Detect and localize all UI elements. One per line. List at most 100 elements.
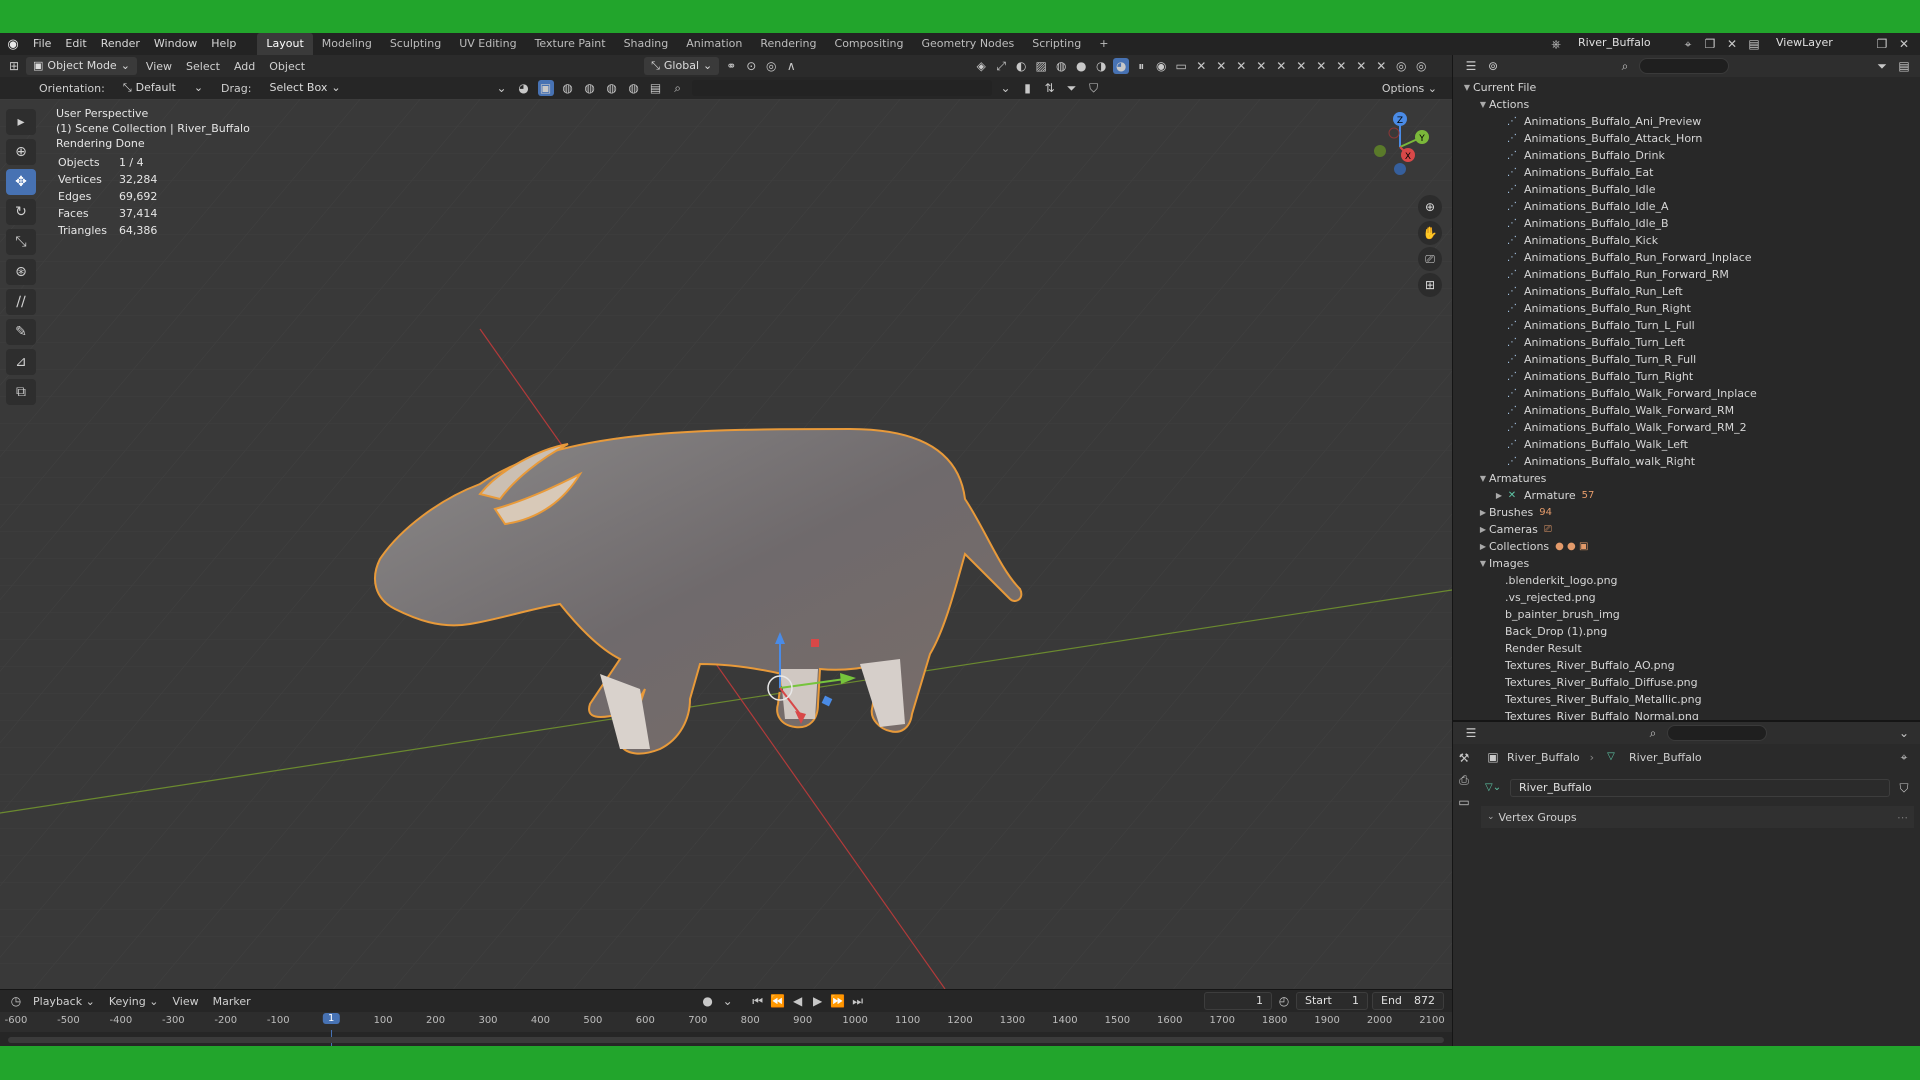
render-pass-icon[interactable]: ◍ [582, 80, 598, 96]
search-icon[interactable]: ⌕ [670, 80, 686, 96]
action-item[interactable]: ⋰ Animations_Buffalo_Turn_Right [1453, 368, 1920, 385]
proportional-edit-icon[interactable]: ◎ [763, 58, 779, 74]
start-frame-field[interactable]: Start 1 [1296, 992, 1368, 1010]
action-item[interactable]: ⋰ Animations_Buffalo_Idle [1453, 181, 1920, 198]
rotate-tool-icon[interactable]: ↻ [6, 199, 36, 225]
jump-start-icon[interactable]: ⏮ [750, 993, 766, 1009]
tab-modeling[interactable]: Modeling [313, 33, 381, 55]
expand-down-icon[interactable]: ▼ [1477, 96, 1489, 113]
expand-down-icon[interactable]: ▼ [1477, 555, 1489, 572]
expand-right-icon[interactable]: ▶ [1477, 538, 1489, 555]
delete-view-layer-icon[interactable]: ✕ [1896, 36, 1912, 52]
mode-dropdown[interactable]: ▣ Object Mode ⌄ [26, 57, 137, 75]
visibility-icon[interactable]: ◈ [973, 58, 989, 74]
tab-scripting[interactable]: Scripting [1023, 33, 1090, 55]
jump-end-icon[interactable]: ⏭ [850, 993, 866, 1009]
pin-icon[interactable]: ⌖ [1680, 36, 1696, 52]
object-menu[interactable]: Object [264, 60, 310, 73]
tool-tab-icon[interactable]: ⚒ [1456, 750, 1472, 766]
expand-right-icon[interactable]: ▶ [1493, 487, 1505, 504]
select-tool-icon[interactable]: ▸ [6, 109, 36, 135]
grid-view-icon[interactable]: ⊞ [1418, 273, 1442, 297]
asset-search-input[interactable] [691, 80, 992, 96]
eye-icon[interactable]: ◉ [1153, 58, 1169, 74]
menu-render[interactable]: Render [94, 33, 147, 55]
prev-keyframe-icon[interactable]: ⏪ [770, 993, 786, 1009]
menu-edit[interactable]: Edit [58, 33, 93, 55]
tab-texture-paint[interactable]: Texture Paint [526, 33, 615, 55]
solid-shading-icon[interactable]: ● [1073, 58, 1089, 74]
action-item[interactable]: ⋰ Animations_Buffalo_Walk_Left [1453, 436, 1920, 453]
rendered-shading-icon[interactable]: ◕ [1113, 58, 1130, 74]
chevron-down-icon[interactable]: ⌄ [720, 993, 736, 1009]
pivot-icon[interactable]: ⚭ [723, 58, 739, 74]
render-pass-icon[interactable]: ◍ [560, 80, 576, 96]
tab-layout[interactable]: Layout [257, 33, 313, 55]
annotate-tool-icon[interactable]: ∕∕ [6, 289, 36, 315]
screen-icon[interactable]: ▭ [1173, 58, 1189, 74]
action-item[interactable]: ⋰ Animations_Buffalo_Kick [1453, 232, 1920, 249]
properties-search-input[interactable] [1667, 725, 1767, 741]
3d-viewport[interactable]: ▸ ⊕ ✥ ↻ ⤡ ⊛ ∕∕ ✎ ⊿ ⧉ User Perspective (1… [0, 99, 1452, 989]
wireframe-shading-icon[interactable]: ◍ [1053, 58, 1069, 74]
xray-icon[interactable]: ▨ [1033, 58, 1049, 74]
editor-type-icon[interactable]: ⊞ [6, 58, 22, 74]
editor-type-icon[interactable]: ☰ [1463, 58, 1479, 74]
filter-icon[interactable]: ⏷ [1874, 58, 1890, 74]
outliner-search-input[interactable] [1639, 58, 1729, 74]
transform-tool-icon[interactable]: ⊛ [6, 259, 36, 285]
tab-animation[interactable]: Animation [677, 33, 751, 55]
end-frame-field[interactable]: End 872 [1372, 992, 1444, 1010]
filter-icon[interactable]: ⏷ [1064, 80, 1080, 96]
render-toggle-icon[interactable]: ◎ [1413, 58, 1429, 74]
action-item[interactable]: ⋰ Animations_Buffalo_Turn_Left [1453, 334, 1920, 351]
view-menu[interactable]: View [141, 60, 177, 73]
armature-item[interactable]: ▶ ✕ Armature 57 [1453, 487, 1920, 504]
image-item[interactable]: Textures_River_Buffalo_Metallic.png [1453, 691, 1920, 708]
render-pass-icon[interactable]: ◍ [604, 80, 620, 96]
image-item[interactable]: Textures_River_Buffalo_AO.png [1453, 657, 1920, 674]
chevron-down-icon[interactable]: ⌄ [998, 80, 1014, 96]
breadcrumb-mesh[interactable]: River_Buffalo [1629, 751, 1702, 764]
menu-file[interactable]: File [26, 33, 58, 55]
image-item[interactable]: b_painter_brush_img [1453, 606, 1920, 623]
outliner-cameras[interactable]: ▶ Cameras ⎚ [1453, 521, 1920, 538]
clock-icon[interactable]: ◴ [1276, 993, 1292, 1009]
view-layer-icon[interactable]: ▤ [1746, 36, 1762, 52]
menu-window[interactable]: Window [147, 33, 204, 55]
gizmo-toggle-icon[interactable]: ⤢ [993, 58, 1009, 74]
tab-uv-editing[interactable]: UV Editing [450, 33, 525, 55]
close-icon[interactable]: ✕ [1353, 58, 1369, 74]
output-tab-icon[interactable]: ▭ [1456, 794, 1472, 810]
play-reverse-icon[interactable]: ◀ [790, 993, 806, 1009]
transform-orientation-dropdown[interactable]: ⤡ Global ⌄ [644, 57, 720, 75]
action-item[interactable]: ⋰ Animations_Buffalo_Run_Left [1453, 283, 1920, 300]
render-pass-icon[interactable]: ▣ [537, 80, 554, 96]
measure-tool-icon[interactable]: ⊿ [6, 349, 36, 375]
view-menu[interactable]: View [167, 995, 203, 1008]
action-item[interactable]: ⋰ Animations_Buffalo_Idle_A [1453, 198, 1920, 215]
falloff-icon[interactable]: ∧ [783, 58, 799, 74]
render-pass-icon[interactable]: ◍ [626, 80, 642, 96]
cursor-tool-icon[interactable]: ⊕ [6, 139, 36, 165]
next-keyframe-icon[interactable]: ⏩ [830, 993, 846, 1009]
outliner-root[interactable]: ▼ Current File [1453, 79, 1920, 96]
outliner-armatures[interactable]: ▼ Armatures [1453, 470, 1920, 487]
add-cube-tool-icon[interactable]: ⧉ [6, 379, 36, 405]
select-menu[interactable]: Select [181, 60, 225, 73]
new-view-layer-icon[interactable]: ❐ [1874, 36, 1890, 52]
action-item[interactable]: ⋰ Animations_Buffalo_Turn_L_Full [1453, 317, 1920, 334]
playhead[interactable]: 1 [323, 1013, 340, 1024]
chevron-down-icon[interactable]: ⌄ [494, 80, 510, 96]
outliner-actions[interactable]: ▼ Actions [1453, 96, 1920, 113]
scene-name-field[interactable]: River_Buffalo [1570, 35, 1674, 53]
add-menu[interactable]: Add [229, 60, 260, 73]
render-pass-icon[interactable]: ▤ [648, 80, 664, 96]
editor-type-icon[interactable]: ◷ [8, 993, 24, 1009]
playback-menu[interactable]: Playback ⌄ [28, 995, 100, 1008]
close-icon[interactable]: ✕ [1233, 58, 1249, 74]
search-icon[interactable]: ⌕ [1645, 725, 1661, 741]
search-icon[interactable]: ⌕ [1617, 58, 1633, 74]
action-item[interactable]: ⋰ Animations_Buffalo_Eat [1453, 164, 1920, 181]
action-item[interactable]: ⋰ Animations_Buffalo_Walk_Forward_Inplace [1453, 385, 1920, 402]
